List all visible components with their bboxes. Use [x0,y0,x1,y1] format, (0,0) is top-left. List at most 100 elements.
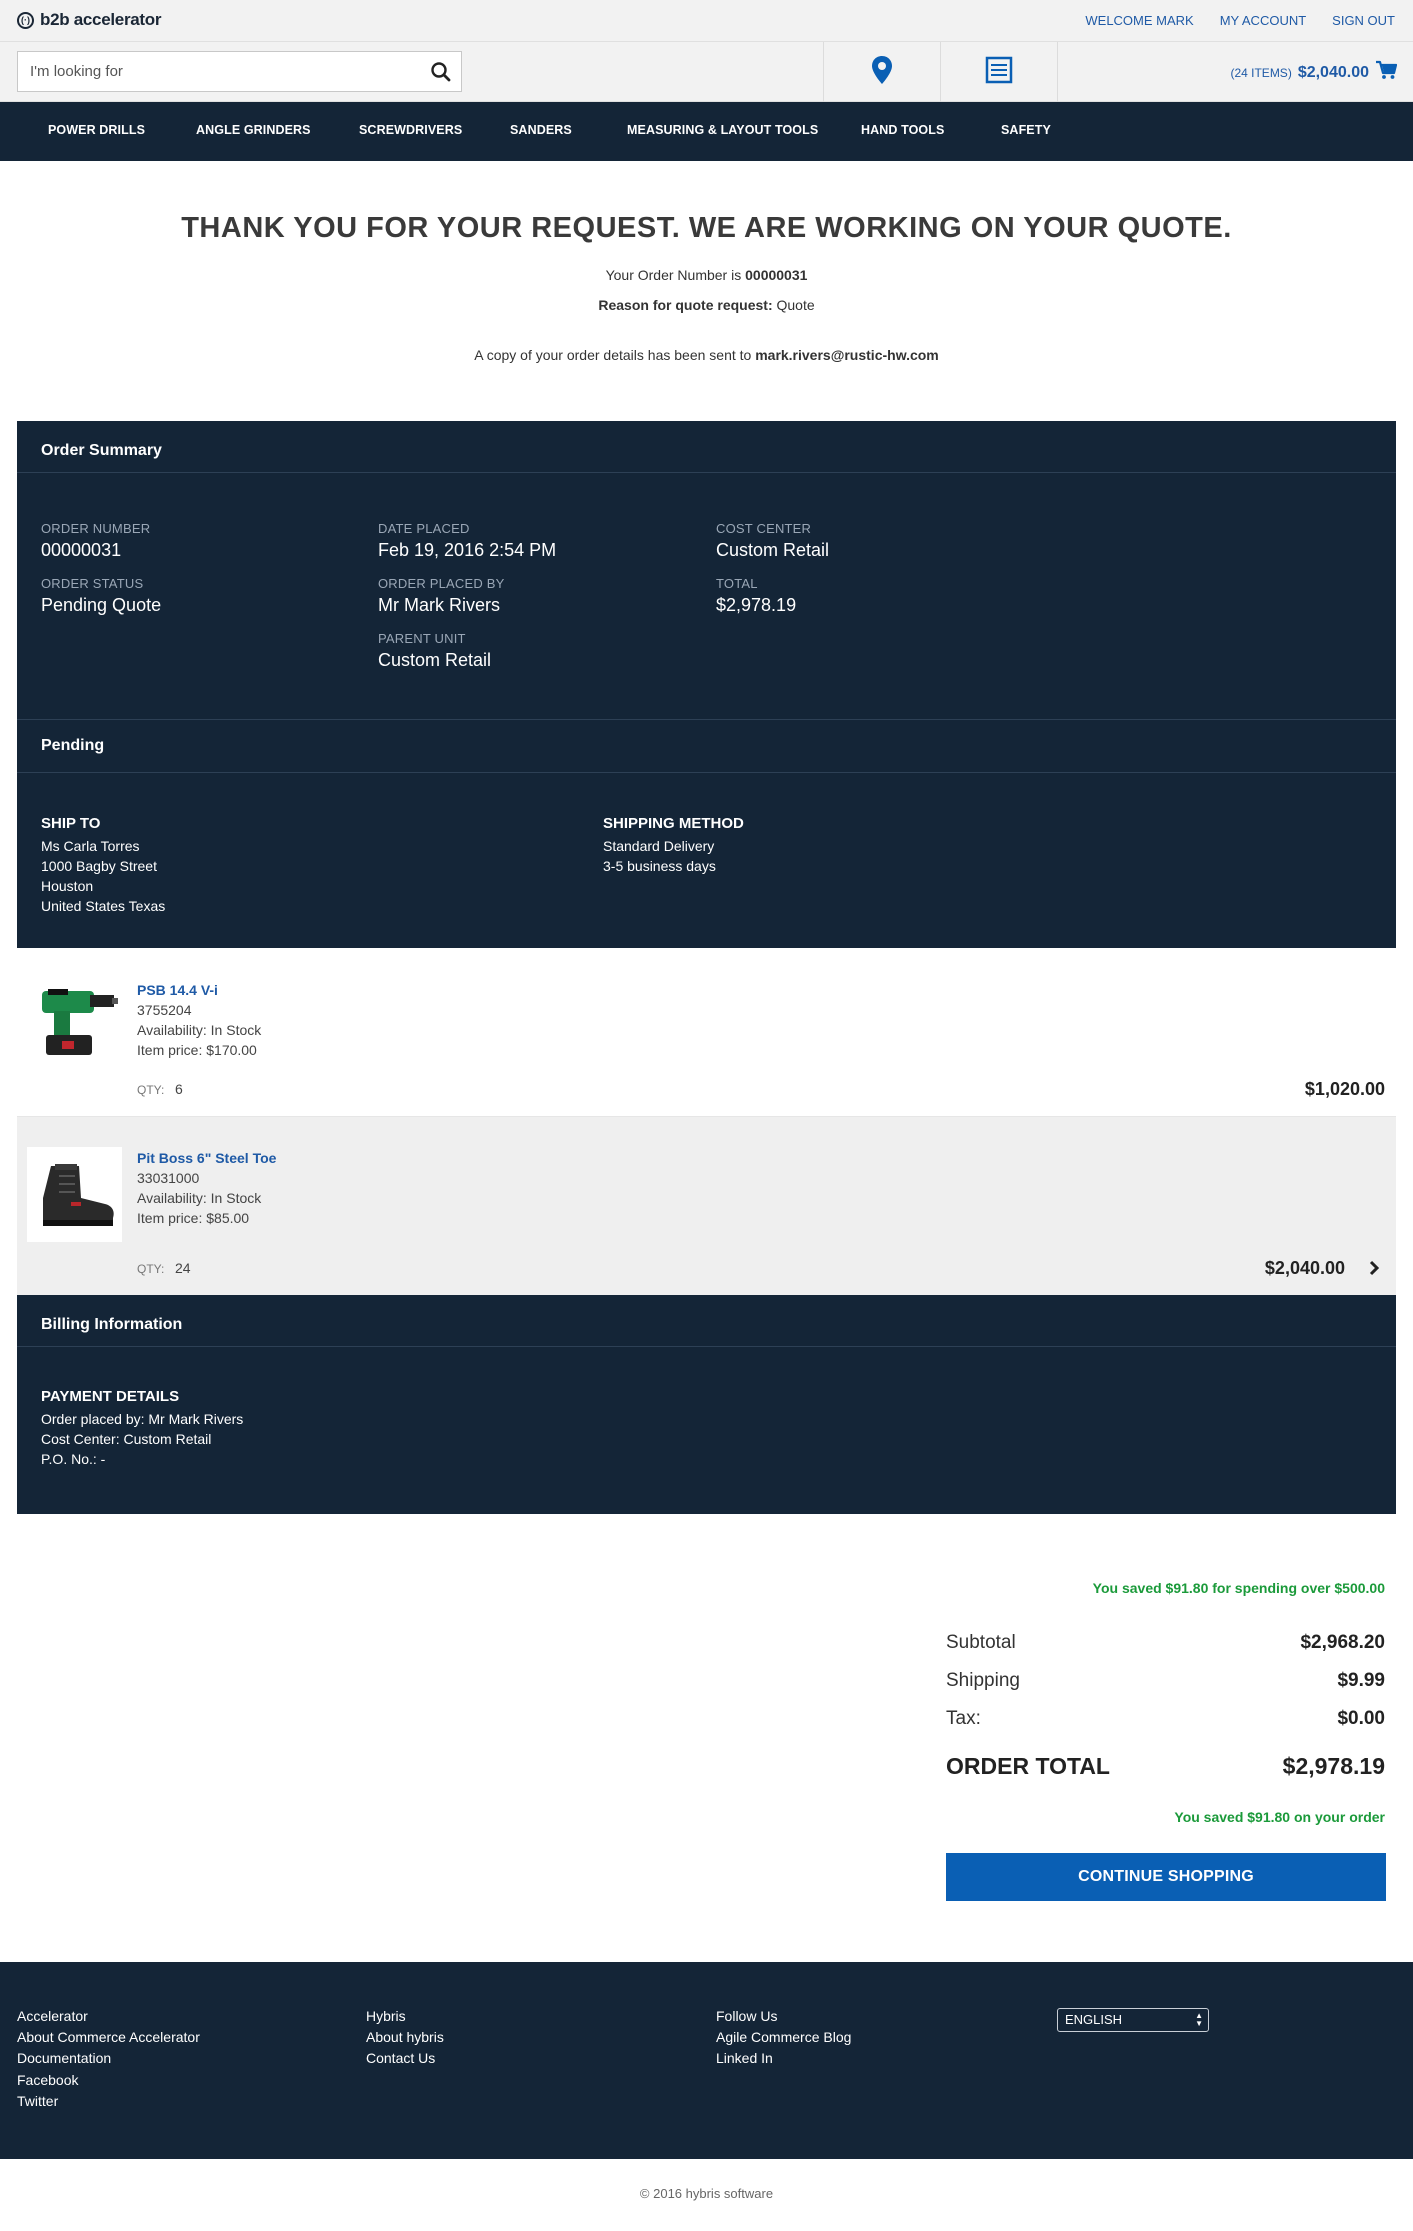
cart-icon [1375,60,1398,85]
order-total-summary: $2,978.19 [716,595,797,615]
subtotal-value: $2,968.20 [1300,1632,1385,1653]
language-select[interactable]: ENGLISH ▲ ▼ [1057,2008,1209,2032]
category-nav: POWER DRILLS ANGLE GRINDERS SCREWDRIVERS… [0,102,1413,161]
language-selected: ENGLISH [1065,2012,1123,2027]
logo-text: b2b accelerator [40,10,162,29]
billing-po-number: P.O. No.: - [41,1451,106,1467]
order-number-prefix: Your Order Number is [605,267,746,283]
chevron-right-icon[interactable] [1368,1260,1380,1281]
shipping-value: $9.99 [1337,1670,1385,1691]
top-bar: (·) b2b accelerator WELCOME MARK MY ACCO… [0,0,1413,42]
footer-accelerator-heading: Accelerator [17,2008,88,2024]
logo-mark-icon: (·) [17,11,34,29]
continue-shopping-button[interactable]: CONTINUE SHOPPING [946,1853,1386,1901]
item-name-link[interactable]: Pit Boss 6" Steel Toe [137,1150,276,1166]
boot-image [42,1163,114,1226]
order-summary-title: Order Summary [17,421,1396,473]
search-icon[interactable] [429,60,453,84]
email-copy-line: A copy of your order details has been se… [0,347,1413,363]
item-unit-price: Item price: $170.00 [137,1042,257,1058]
parent-unit-label: PARENT UNIT [378,631,466,646]
site-logo[interactable]: (·) b2b accelerator [17,10,161,30]
ship-to-country: United States Texas [41,898,166,914]
store-locator-button[interactable] [823,42,940,102]
sign-out-link[interactable]: SIGN OUT [1332,13,1395,28]
select-arrows-icon: ▲ ▼ [1195,2011,1203,2028]
footer-about-accelerator-link[interactable]: About Commerce Accelerator [17,2029,200,2045]
subtotal-label: Subtotal [946,1632,1016,1653]
qty-label: QTY: [137,1262,165,1276]
item-sku: 33031000 [137,1170,200,1186]
quick-order-button[interactable] [940,42,1057,102]
quote-reason-label: Reason for quote request: [598,297,773,313]
quick-order-list-icon [985,56,1013,89]
my-account-link[interactable]: MY ACCOUNT [1220,13,1306,28]
ship-to-label: SHIP TO [41,815,101,832]
cost-center: Custom Retail [716,540,830,560]
shipping-method-name: Standard Delivery [603,838,715,854]
billing-placed-by: Order placed by: Mr Mark Rivers [41,1411,244,1427]
nav-screwdrivers[interactable]: SCREWDRIVERS [359,123,462,137]
store-locator-pin-icon [871,55,893,90]
email-copy-prefix: A copy of your order details has been se… [474,347,756,363]
order-number-value: 00000031 [745,267,808,283]
billing-cost-center: Cost Center: Custom Retail [41,1431,212,1447]
copyright: © 2016 hybris software [639,2186,774,2201]
footer-contact-link[interactable]: Contact Us [366,2050,435,2066]
footer-linkedin-link[interactable]: Linked In [716,2050,773,2066]
order-item: PSB 14.4 V-i 3755204 Availability: In St… [17,948,1396,1117]
tax-label: Tax: [946,1708,981,1729]
confirmation-headline: THANK YOU FOR YOUR REQUEST. WE ARE WORKI… [181,212,1232,244]
order-number-line: Your Order Number is 00000031 [0,267,1413,283]
shipping-label: Shipping [946,1670,1020,1691]
qty-value: 24 [175,1260,191,1276]
footer-twitter-link[interactable]: Twitter [17,2093,58,2109]
order-number: 00000031 [41,540,122,560]
footer-blog-link[interactable]: Agile Commerce Blog [716,2029,851,2045]
ship-to-street: 1000 Bagby Street [41,858,157,874]
nav-safety[interactable]: SAFETY [1001,123,1051,137]
welcome-link[interactable]: WELCOME MARK [1085,13,1193,28]
footer-facebook-link[interactable]: Facebook [17,2072,78,2088]
nav-sanders[interactable]: SANDERS [510,123,572,137]
order-item: Pit Boss 6" Steel Toe 33031000 Availabil… [17,1117,1396,1295]
savings-message: You saved $91.80 on your order [1174,1809,1385,1825]
footer: Accelerator About Commerce Accelerator D… [0,1962,1413,2159]
header-links: WELCOME MARK MY ACCOUNT SIGN OUT [1085,13,1395,28]
savings-threshold-message: You saved $91.80 for spending over $500.… [1092,1580,1385,1596]
nav-measuring-layout-tools[interactable]: MEASURING & LAYOUT TOOLS [627,123,818,137]
panel-divider [17,772,1396,773]
cost-center-label: COST CENTER [716,521,812,536]
mini-cart[interactable]: (24 ITEMS) $2,040.00 [1230,60,1398,85]
item-unit-price: Item price: $85.00 [137,1210,250,1226]
footer-about-hybris-link[interactable]: About hybris [366,2029,444,2045]
footer-documentation-link[interactable]: Documentation [17,2050,111,2066]
billing-title: Billing Information [17,1295,1396,1347]
product-image[interactable] [27,1147,122,1242]
nav-power-drills[interactable]: POWER DRILLS [48,123,145,137]
payment-details-label: PAYMENT DETAILS [41,1388,180,1405]
order-total-summary-label: TOTAL [716,576,758,591]
order-total-label: ORDER TOTAL [946,1753,1110,1779]
qty-value: 6 [175,1081,183,1097]
cart-item-count: (24 ITEMS) [1230,65,1292,80]
order-total-value: $2,978.19 [1282,1753,1385,1779]
item-sku: 3755204 [137,1002,192,1018]
item-name-link[interactable]: PSB 14.4 V-i [137,982,218,998]
pending-title: Pending [41,737,105,754]
nav-hand-tools[interactable]: HAND TOOLS [861,123,944,137]
parent-unit: Custom Retail [378,650,492,670]
product-image[interactable] [27,971,122,1066]
placed-by: Mr Mark Rivers [378,595,500,615]
cart-total: $2,040.00 [1297,63,1369,81]
quote-reason-value: Quote [776,297,815,313]
qty-label: QTY: [137,1083,165,1097]
date-placed-label: DATE PLACED [378,521,470,536]
nav-angle-grinders[interactable]: ANGLE GRINDERS [196,123,311,137]
quote-reason-line: Reason for quote request: Quote [0,297,1413,313]
ship-to-name: Ms Carla Torres [41,838,140,854]
ship-to-city: Houston [41,878,94,894]
search-input[interactable] [18,52,418,91]
billing-panel: Billing Information PAYMENT DETAILS Orde… [17,1295,1396,1514]
search-row: (24 ITEMS) $2,040.00 [0,42,1413,102]
